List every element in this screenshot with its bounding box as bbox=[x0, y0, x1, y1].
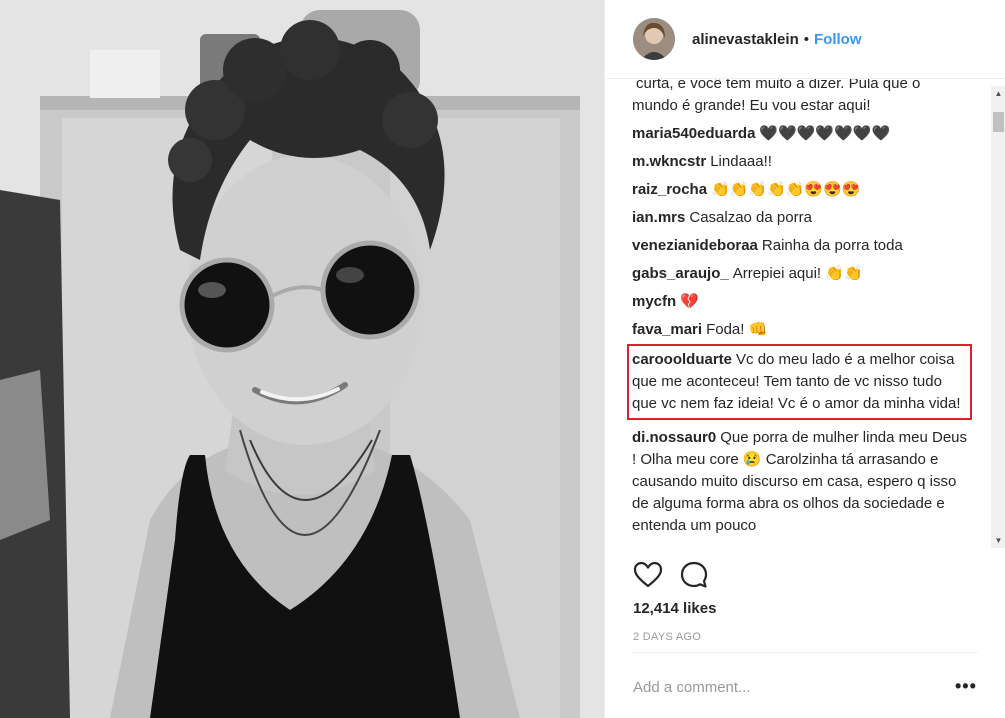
comment-text: 🖤🖤🖤🖤🖤🖤🖤 bbox=[759, 125, 891, 142]
comment-username[interactable]: mycfn bbox=[632, 293, 676, 310]
comment-item: raiz_rocha 👏👏👏👏👏😍😍😍 bbox=[632, 179, 967, 201]
comment-text: Rainha da porra toda bbox=[761, 237, 903, 254]
post-photo bbox=[0, 0, 604, 718]
comment-text: 👏👏👏👏👏😍😍😍 bbox=[711, 181, 861, 198]
add-comment-input[interactable] bbox=[633, 672, 933, 702]
comment-item: gabs_araujo_ Arrepiei aqui! 👏👏 bbox=[632, 263, 967, 285]
post-actions bbox=[632, 558, 724, 592]
comments-list[interactable]: curta, e você tem muito a dizer. Pula qu… bbox=[605, 78, 1005, 548]
follow-button[interactable]: Follow bbox=[814, 31, 862, 48]
scroll-up-arrow-icon[interactable]: ▲ bbox=[991, 86, 1005, 101]
comment-text: Foda! 👊 bbox=[706, 321, 768, 338]
more-options-button[interactable]: ••• bbox=[955, 676, 977, 697]
post-side-panel: alinevastaklein • Follow curta, e você t… bbox=[604, 0, 1005, 718]
avatar[interactable] bbox=[633, 18, 675, 60]
comment-text: curta, e você tem muito a dizer. Pula qu… bbox=[632, 78, 921, 114]
comment-text: 💔 bbox=[680, 293, 699, 310]
comment-username[interactable]: fava_mari bbox=[632, 321, 702, 338]
scroll-down-arrow-icon[interactable]: ▼ bbox=[991, 533, 1005, 548]
comment-text: Lindaaa!! bbox=[710, 153, 772, 170]
post-header: alinevastaklein • Follow bbox=[605, 0, 1005, 78]
likes-count[interactable]: 12,414 likes bbox=[633, 600, 716, 617]
comment-text: Casalzao da porra bbox=[689, 209, 812, 226]
comment-text: Arrepiei aqui! 👏👏 bbox=[732, 265, 863, 282]
comment-item: venezianideboraa Rainha da porra toda bbox=[632, 235, 967, 257]
header-separator: • bbox=[803, 30, 809, 48]
comment-item: m.wkncstr Lindaaa!! bbox=[632, 151, 967, 173]
comment-item: ian.mrs Casalzao da porra bbox=[632, 207, 967, 229]
heart-icon[interactable] bbox=[632, 559, 664, 591]
comment-username[interactable]: venezianideboraa bbox=[632, 237, 758, 254]
comment-username[interactable]: ian.mrs bbox=[632, 209, 685, 226]
comment-item: fava_mari Foda! 👊 bbox=[632, 319, 967, 341]
comment-item: maria540eduarda 🖤🖤🖤🖤🖤🖤🖤 bbox=[632, 123, 967, 145]
comment-username[interactable]: raiz_rocha bbox=[632, 181, 707, 198]
comment-username[interactable]: di.nossaur0 bbox=[632, 429, 716, 446]
divider bbox=[633, 652, 978, 653]
post-date[interactable]: 2 DAYS AGO bbox=[633, 631, 701, 643]
author-username[interactable]: alinevastaklein bbox=[692, 31, 799, 48]
comment-username[interactable]: gabs_araujo_ bbox=[632, 265, 729, 282]
comment-username[interactable]: carooolduarte bbox=[632, 351, 732, 368]
comment-username[interactable]: m.wkncstr bbox=[632, 153, 706, 170]
comment-bubble-icon[interactable] bbox=[678, 559, 710, 591]
comments-scrollbar[interactable]: ▲ ▼ bbox=[991, 86, 1005, 548]
comment-username[interactable]: maria540eduarda bbox=[632, 125, 755, 142]
scrollbar-thumb[interactable] bbox=[993, 112, 1004, 132]
comment-item: mycfn 💔 bbox=[632, 291, 967, 313]
comment-item: di.nossaur0 Que porra de mulher linda meu… bbox=[632, 427, 967, 537]
comment-item: curta, e você tem muito a dizer. Pula qu… bbox=[632, 78, 967, 117]
highlighted-comment: carooolduarte Vc do meu lado é a melhor c… bbox=[627, 344, 972, 420]
